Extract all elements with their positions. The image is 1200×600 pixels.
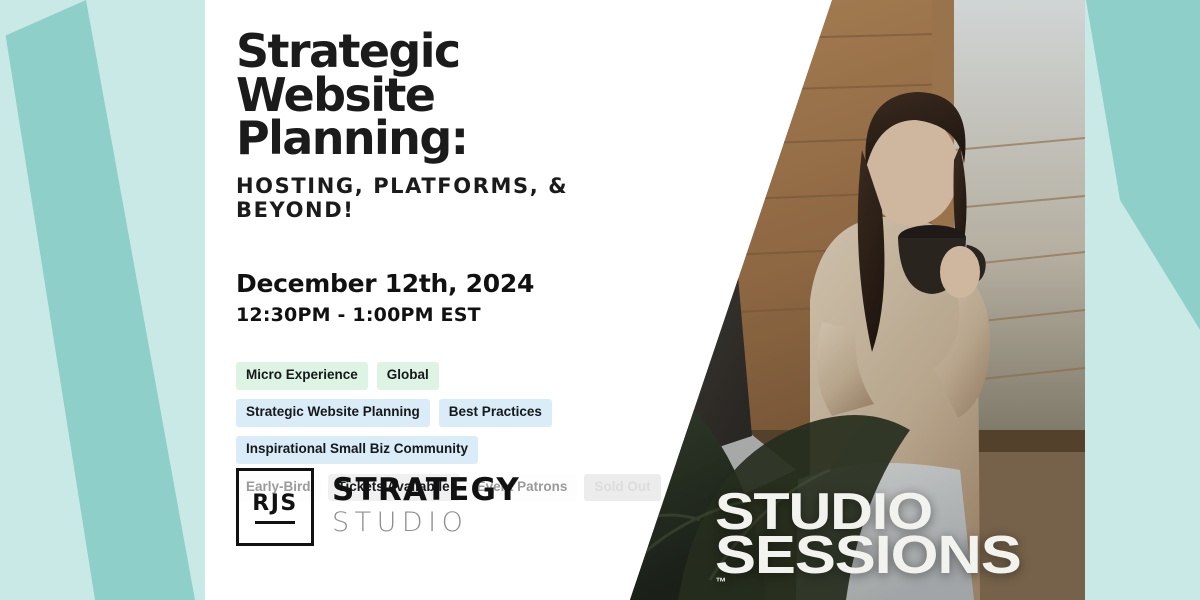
trademark-icon: ™ [715, 574, 727, 589]
tag-best-practices[interactable]: Best Practices [438, 398, 552, 427]
sessions-mark-line2: SESSIONS [715, 525, 1022, 586]
event-time: 12:30PM - 1:00PM EST [236, 304, 481, 327]
event-banner: STUDIO SESSIONS ™ Strategic Website Plann… [0, 0, 1200, 600]
logo-monogram: RJS [252, 490, 298, 516]
event-date: December 12th, 2024 [236, 269, 535, 299]
rjs-strategy-studio-logo[interactable]: RJS STRATEGY STUDIO [236, 468, 520, 546]
status-sold-out: Sold Out [584, 473, 661, 502]
event-schedule: December 12th, 2024 12:30PM - 1:00PM EST [236, 269, 665, 326]
tag-inspirational-small-biz-community[interactable]: Inspirational Small Biz Community [236, 435, 479, 464]
tag-row-1: Micro Experience Global [236, 362, 665, 390]
logo-rule-divider [255, 520, 295, 524]
logo-word-studio: STUDIO [332, 506, 469, 538]
tag-row-2: Strategic Website Planning Best Practice… [236, 398, 665, 427]
studio-sessions-wordmark: STUDIO SESSIONS ™ [715, 486, 1022, 594]
page-subtitle: HOSTING, PLATFORMS, & BEYOND! [236, 174, 569, 223]
tag-row-3: Inspirational Small Biz Community [236, 435, 665, 464]
tag-micro-experience[interactable]: Micro Experience [236, 362, 368, 390]
logo-wordmark: STRATEGY STUDIO [332, 471, 521, 540]
title-line-2: Website Planning: [236, 67, 469, 166]
tag-global[interactable]: Global [376, 362, 439, 390]
tag-strategic-website-planning[interactable]: Strategic Website Planning [236, 398, 430, 427]
page-title: Strategic Website Planning: HOSTING, PLA… [236, 28, 665, 223]
logo-monogram-box: RJS [236, 468, 314, 546]
logo-word-strategy: STRATEGY [332, 471, 521, 508]
